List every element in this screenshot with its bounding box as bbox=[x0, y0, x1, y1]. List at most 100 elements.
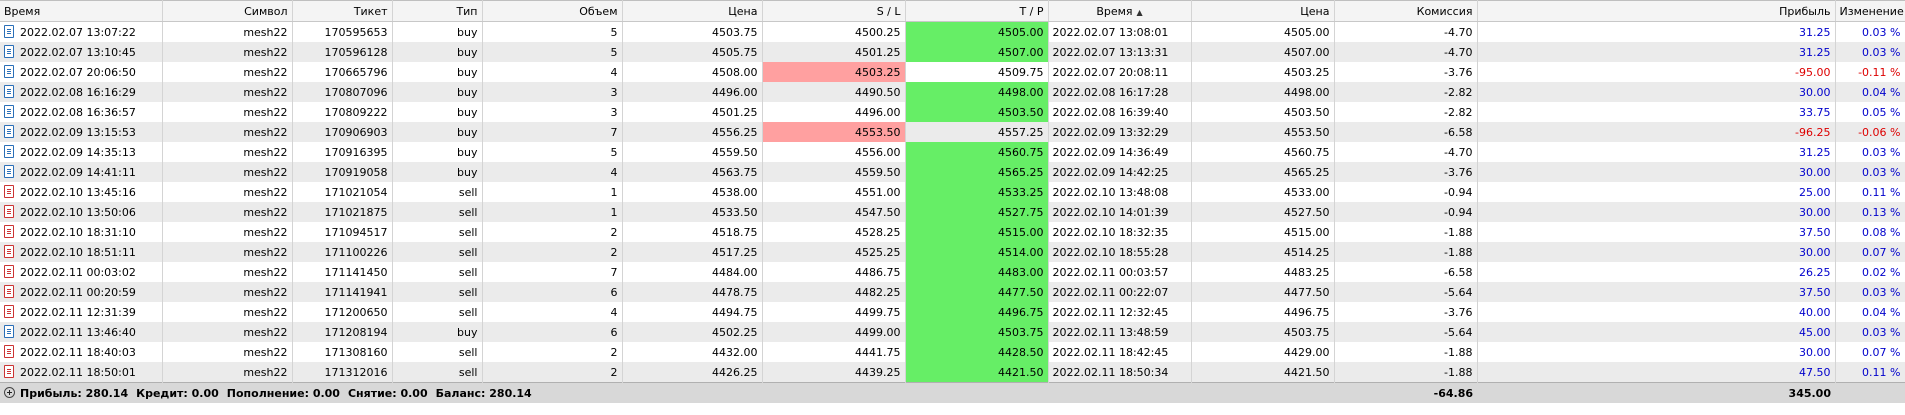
cell-change: 0.03 % bbox=[1835, 42, 1905, 62]
table-row[interactable]: 2022.02.10 13:45:16 mesh22 171021054 sell 1 4… bbox=[0, 182, 1905, 202]
table-row[interactable]: 2022.02.08 16:16:29 mesh22 170807096 buy 3 44… bbox=[0, 82, 1905, 102]
time-open-text: 2022.02.07 13:10:45 bbox=[20, 46, 136, 59]
cell-time-open: 2022.02.08 16:36:57 bbox=[0, 102, 163, 122]
cell-profit: 30.00 bbox=[1477, 82, 1836, 102]
cell-symbol: mesh22 bbox=[162, 202, 293, 222]
sell-deal-icon bbox=[4, 185, 14, 198]
col-header-type[interactable]: Тип bbox=[392, 0, 483, 22]
sell-deal-icon bbox=[4, 365, 14, 378]
cell-volume: 6 bbox=[482, 282, 623, 302]
cell-symbol: mesh22 bbox=[162, 182, 293, 202]
table-row[interactable]: 2022.02.09 14:35:13 mesh22 170916395 buy 5 45… bbox=[0, 142, 1905, 162]
col-header-tp[interactable]: T / P bbox=[905, 0, 1049, 22]
cell-sl: 4482.25 bbox=[762, 282, 906, 302]
col-header-profit[interactable]: Прибыль bbox=[1477, 0, 1836, 22]
cell-profit: 30.00 bbox=[1477, 342, 1836, 362]
cell-volume: 4 bbox=[482, 302, 623, 322]
table-row[interactable]: 2022.02.09 14:41:11 mesh22 170919058 buy 4 45… bbox=[0, 162, 1905, 182]
col-header-time-open[interactable]: Время bbox=[0, 0, 163, 22]
cell-type: sell bbox=[392, 202, 483, 222]
buy-deal-icon bbox=[4, 165, 14, 178]
cell-commission: -3.76 bbox=[1334, 62, 1478, 82]
sell-deal-icon bbox=[4, 285, 14, 298]
expand-plus-icon[interactable] bbox=[4, 386, 15, 398]
cell-price-close: 4483.25 bbox=[1191, 262, 1335, 282]
sort-up-icon: ▲ bbox=[1136, 7, 1143, 17]
cell-type: buy bbox=[392, 122, 483, 142]
col-header-sl[interactable]: S / L bbox=[762, 0, 906, 22]
time-open-text: 2022.02.11 00:20:59 bbox=[20, 286, 136, 299]
cell-change: 0.07 % bbox=[1835, 342, 1905, 362]
table-row[interactable]: 2022.02.11 18:50:01 mesh22 171312016 sell 2 4… bbox=[0, 362, 1905, 383]
table-row[interactable]: 2022.02.11 18:40:03 mesh22 171308160 sell 2 4… bbox=[0, 342, 1905, 362]
cell-time-open: 2022.02.10 18:51:11 bbox=[0, 242, 163, 262]
col-header-time-close[interactable]: Время ▲ bbox=[1048, 0, 1192, 22]
cell-type: sell bbox=[392, 342, 483, 362]
cell-tp: 4527.75 bbox=[905, 202, 1049, 222]
table-row[interactable]: 2022.02.07 13:07:22 mesh22 170595653 buy 5 45… bbox=[0, 21, 1905, 42]
table-row[interactable]: 2022.02.11 00:03:02 mesh22 171141450 sell 7 4… bbox=[0, 262, 1905, 282]
cell-profit: 30.00 bbox=[1477, 202, 1836, 222]
time-open-text: 2022.02.11 18:50:01 bbox=[20, 366, 136, 379]
sell-deal-icon bbox=[4, 345, 14, 358]
cell-time-close: 2022.02.10 13:48:08 bbox=[1048, 182, 1192, 202]
cell-time-open: 2022.02.09 14:41:11 bbox=[0, 162, 163, 182]
cell-sl: 4503.25 bbox=[762, 62, 906, 82]
cell-profit: -96.25 bbox=[1477, 122, 1836, 142]
cell-volume: 7 bbox=[482, 122, 623, 142]
cell-profit: 31.25 bbox=[1477, 21, 1836, 42]
cell-time-close: 2022.02.11 00:03:57 bbox=[1048, 262, 1192, 282]
buy-deal-icon bbox=[4, 85, 14, 98]
col-header-commission[interactable]: Комиссия bbox=[1334, 0, 1478, 22]
cell-tp: 4477.50 bbox=[905, 282, 1049, 302]
cell-sl: 4528.25 bbox=[762, 222, 906, 242]
cell-profit: 30.00 bbox=[1477, 162, 1836, 182]
cell-price-close: 4553.50 bbox=[1191, 122, 1335, 142]
cell-price-open: 4478.75 bbox=[622, 282, 763, 302]
cell-volume: 3 bbox=[482, 82, 623, 102]
cell-time-close: 2022.02.09 14:42:25 bbox=[1048, 162, 1192, 182]
sell-deal-icon bbox=[4, 205, 14, 218]
table-row[interactable]: 2022.02.08 16:36:57 mesh22 170809222 buy 3 45… bbox=[0, 102, 1905, 122]
table-row[interactable]: 2022.02.07 13:10:45 mesh22 170596128 buy 5 45… bbox=[0, 42, 1905, 62]
col-header-ticket[interactable]: Тикет bbox=[292, 0, 393, 22]
cell-symbol: mesh22 bbox=[162, 242, 293, 262]
cell-price-close: 4515.00 bbox=[1191, 222, 1335, 242]
table-row[interactable]: 2022.02.09 13:15:53 mesh22 170906903 buy 7 45… bbox=[0, 122, 1905, 142]
cell-type: buy bbox=[392, 82, 483, 102]
table-row[interactable]: 2022.02.11 13:46:40 mesh22 171208194 buy 6 45… bbox=[0, 322, 1905, 342]
cell-sl: 4547.50 bbox=[762, 202, 906, 222]
time-open-text: 2022.02.07 20:06:50 bbox=[20, 66, 136, 79]
table-row[interactable]: 2022.02.11 12:31:39 mesh22 171200650 sell 4 4… bbox=[0, 302, 1905, 322]
cell-price-open: 4501.25 bbox=[622, 102, 763, 122]
buy-deal-icon bbox=[4, 65, 14, 78]
cell-profit: 37.50 bbox=[1477, 282, 1836, 302]
cell-commission: -2.82 bbox=[1334, 82, 1478, 102]
col-header-price-close[interactable]: Цена bbox=[1191, 0, 1335, 22]
cell-time-close: 2022.02.07 13:08:01 bbox=[1048, 21, 1192, 42]
cell-change: 0.04 % bbox=[1835, 82, 1905, 102]
cell-price-close: 4496.75 bbox=[1191, 302, 1335, 322]
cell-volume: 4 bbox=[482, 62, 623, 82]
cell-tp: 4503.75 bbox=[905, 322, 1049, 342]
cell-change: 0.03 % bbox=[1835, 322, 1905, 342]
table-row[interactable]: 2022.02.10 18:51:11 mesh22 171100226 sell 2 4… bbox=[0, 242, 1905, 262]
table-row[interactable]: 2022.02.11 00:20:59 mesh22 171141941 sell 6 4… bbox=[0, 282, 1905, 302]
cell-sl: 4556.00 bbox=[762, 142, 906, 162]
cell-change: 0.05 % bbox=[1835, 102, 1905, 122]
table-row[interactable]: 2022.02.07 20:06:50 mesh22 170665796 buy 4 45… bbox=[0, 62, 1905, 82]
col-header-symbol[interactable]: Символ bbox=[162, 0, 293, 22]
cell-ticket: 171021054 bbox=[292, 182, 393, 202]
col-header-price-open[interactable]: Цена bbox=[622, 0, 763, 22]
table-row[interactable]: 2022.02.10 13:50:06 mesh22 171021875 sell 1 4… bbox=[0, 202, 1905, 222]
cell-price-open: 4559.50 bbox=[622, 142, 763, 162]
cell-change: 0.11 % bbox=[1835, 182, 1905, 202]
col-header-volume[interactable]: Объем bbox=[482, 0, 623, 22]
summary-row: Прибыль: 280.14 Кредит: 0.00 Пополнение: 0… bbox=[0, 382, 1905, 403]
cell-volume: 1 bbox=[482, 202, 623, 222]
cell-change: 0.13 % bbox=[1835, 202, 1905, 222]
table-row[interactable]: 2022.02.10 18:31:10 mesh22 171094517 sell 2 4… bbox=[0, 222, 1905, 242]
cell-time-close: 2022.02.07 20:08:11 bbox=[1048, 62, 1192, 82]
cell-profit: 31.25 bbox=[1477, 42, 1836, 62]
col-header-change[interactable]: Изменение bbox=[1835, 0, 1905, 22]
